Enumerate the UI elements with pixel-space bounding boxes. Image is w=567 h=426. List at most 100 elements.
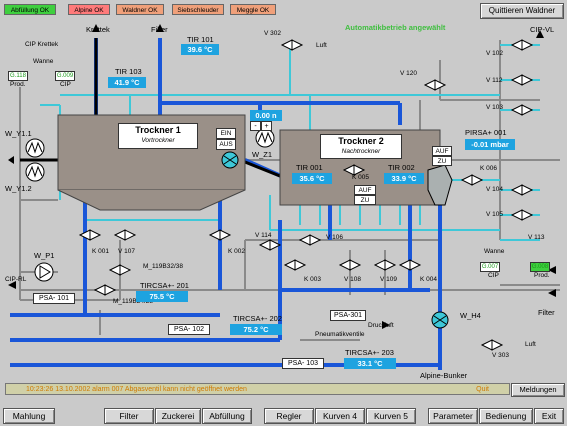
psa301-box: PSA-301 — [330, 310, 366, 321]
label-wz1: W_Z1 — [252, 150, 273, 159]
trockner2-title: Trockner 2 — [338, 136, 384, 146]
label-k004: K 004 — [420, 276, 437, 283]
label-k006: K 006 — [480, 165, 497, 172]
label-v112: V 112 — [486, 77, 503, 84]
gauge-g118: G.118 — [8, 71, 28, 81]
zero-n-value: 0.00 n — [250, 110, 282, 121]
alarm-status-bar: 10:23:26 13.10.2002 alarm 007 Abgasventi… — [5, 383, 510, 395]
label-m119b32: M_119B32/38 — [143, 263, 183, 270]
tir001-value: 35.6 °C — [292, 173, 332, 184]
label-pirsa001: PIRSA+ 001 — [465, 128, 507, 137]
label-v303: V 303 — [492, 352, 509, 359]
label-tir001: TIR 001 — [296, 163, 323, 172]
meldungen-button[interactable]: Meldungen — [511, 383, 565, 397]
scada-screen: Abfüllung OK Alpine OK Waldner OK Siebsc… — [0, 0, 567, 426]
label-wanne-right: Wanne — [484, 248, 505, 255]
nav-parameter[interactable]: Parameter — [428, 408, 478, 424]
decrease-button[interactable]: - — [250, 121, 261, 131]
alarm-message: 10:23:26 13.10.2002 alarm 007 Abgasventi… — [26, 386, 247, 393]
label-wp1: W_P1 — [34, 251, 55, 260]
nav-abfuellung[interactable]: Abfüllung — [202, 408, 252, 424]
label-krettek: Krettek — [86, 25, 110, 34]
label-v104: V 104 — [486, 186, 503, 193]
trockner2-label: Trockner 2 Nachtrockner — [320, 134, 402, 159]
psa101-box: PSA- 101 — [33, 293, 75, 304]
auto-mode-text: Automatikbetrieb angewählt — [345, 23, 446, 32]
status-badge-meggle: Meggle OK — [230, 4, 276, 15]
increase-button[interactable]: + — [261, 121, 272, 131]
trockner1-aus-button[interactable]: AUS — [216, 139, 236, 150]
gauge-g008: G.008 — [530, 262, 550, 272]
label-druckluft: Druckluft — [368, 322, 394, 329]
label-v108: V 108 — [344, 276, 361, 283]
label-cip-rl: CIP-RL — [5, 276, 27, 283]
label-v120: V 120 — [400, 70, 417, 77]
label-v109: V 109 — [380, 276, 397, 283]
k005-zu-button[interactable]: ZU — [354, 195, 376, 205]
label-wanne-left: Wanne — [33, 58, 54, 65]
alarm-quit-text: Quit — [476, 386, 489, 393]
status-badge-waldner: Waldner OK — [116, 4, 164, 15]
label-wh4: W_H4 — [460, 311, 481, 320]
k005-auf-button[interactable]: AUF — [354, 185, 376, 195]
label-alpine-bunker: Alpine-Bunker — [420, 371, 468, 380]
status-badge-alpine: Alpine OK — [68, 4, 110, 15]
trockner2-auf-button[interactable]: AUF — [432, 146, 452, 156]
label-k002: K 002 — [228, 248, 245, 255]
label-v302: V 302 — [264, 30, 281, 37]
psa103-box: PSA- 103 — [282, 358, 324, 369]
label-filter-right: Filter — [538, 308, 555, 317]
gauge-g009: G.009 — [55, 71, 75, 81]
label-tircsa203: TIRCSA+- 203 — [345, 348, 394, 357]
label-cip-left: CIP — [60, 81, 71, 88]
trockner1-title: Trockner 1 — [135, 125, 181, 135]
nav-exit[interactable]: Exit — [534, 408, 564, 424]
tir101-value: 39.6 °C — [181, 44, 219, 55]
status-badge-abfuellung: Abfüllung OK — [4, 4, 56, 15]
label-pneumatikventile: Pneumatikventile — [315, 331, 365, 338]
quittieren-waldner-button[interactable]: Quittieren Waldner — [480, 3, 564, 19]
label-filter-top: Filter — [151, 25, 168, 34]
label-wy12: W_Y1.2 — [5, 184, 32, 193]
trockner2-subtitle: Nachtrockner — [341, 148, 381, 155]
label-v114: V 114 — [255, 232, 272, 239]
nav-filter[interactable]: Filter — [104, 408, 154, 424]
label-prod-right: Prod. — [534, 272, 550, 279]
label-wy11: W_Y1.1 — [5, 129, 32, 138]
nav-mahlung[interactable]: Mahlung — [3, 408, 55, 424]
label-v113: V 113 — [528, 234, 545, 241]
psa102-box: PSA- 102 — [168, 324, 210, 335]
nav-bedienung[interactable]: Bedienung — [479, 408, 533, 424]
nav-zuckerei[interactable]: Zuckerei — [155, 408, 201, 424]
label-k005: K 005 — [352, 174, 369, 181]
label-cip-krettek: CIP Krettek — [25, 41, 59, 48]
nav-regler[interactable]: Regler — [264, 408, 314, 424]
label-tir101: TIR 101 — [187, 35, 214, 44]
trockner1-ein-button[interactable]: EIN — [216, 128, 236, 139]
label-cip-vl: CIP-VL — [530, 25, 555, 34]
pirsa001-value: -0.01 mbar — [465, 139, 515, 150]
label-tir002: TIR 002 — [388, 163, 415, 172]
pump-icon — [34, 262, 54, 282]
label-cip-right: CIP — [488, 272, 499, 279]
label-v102: V 102 — [486, 50, 503, 57]
label-v107: V 107 — [118, 248, 135, 255]
nav-kurven4[interactable]: Kurven 4 — [315, 408, 365, 424]
tir103-value: 41.9 °C — [108, 77, 146, 88]
trockner1-label: Trockner 1 Vortrockner — [118, 123, 198, 149]
gauge-g007: G.007 — [480, 262, 500, 272]
trockner1-subtitle: Vortrockner — [141, 137, 175, 144]
nav-kurven5[interactable]: Kurven 5 — [366, 408, 416, 424]
label-luft-top: Luft — [316, 42, 327, 49]
label-v103: V 103 — [486, 104, 503, 111]
label-tircsa202: TIRCSA+- 202 — [233, 314, 282, 323]
label-v106: V 106 — [326, 234, 343, 241]
label-v105: V 105 — [486, 211, 503, 218]
tircsa201-value: 75.5 °C — [136, 291, 188, 302]
trockner2-zu-button[interactable]: ZU — [432, 156, 452, 166]
label-tircsa201: TIRCSA+- 201 — [140, 281, 189, 290]
label-prod-left: Prod. — [10, 81, 26, 88]
label-luft-right: Luft — [525, 341, 536, 348]
tir002-value: 33.9 °C — [384, 173, 424, 184]
label-tir103: TIR 103 — [115, 67, 142, 76]
